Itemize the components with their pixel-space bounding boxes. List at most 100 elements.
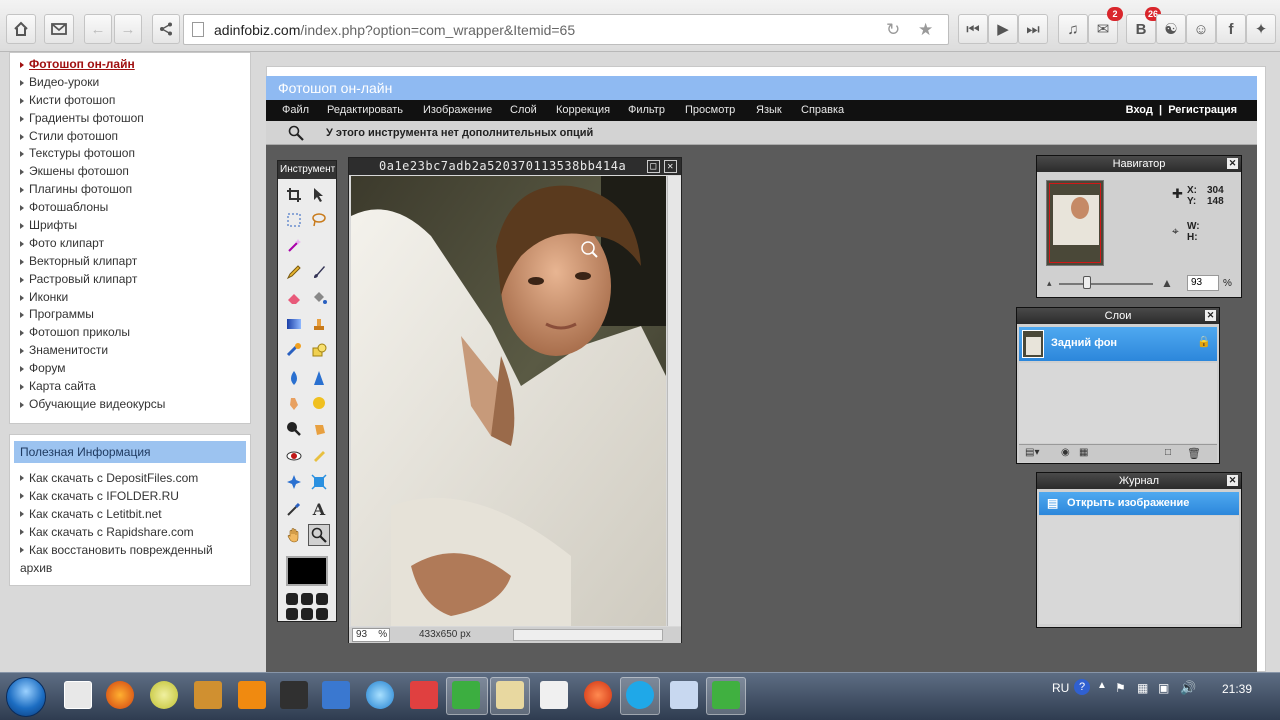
menu-item[interactable]: Растровый клипарт [10,271,250,289]
menu-edit[interactable]: Редактировать [327,104,403,116]
messages-icon[interactable]: ✉ 2 [1088,7,1123,44]
tray-expand-icon[interactable]: ▲ [1097,680,1107,691]
menu-image[interactable]: Изображение [423,104,492,116]
active-app-icon[interactable] [452,681,480,709]
document-app-icon[interactable] [322,681,350,709]
document-vertical-scrollbar[interactable] [667,176,681,626]
brush-shape-icon[interactable] [286,608,298,620]
folder-icon[interactable] [496,681,524,709]
brush-shape-icon[interactable] [301,608,313,620]
foreground-color-swatch[interactable] [286,556,328,586]
zoom-out-icon[interactable]: ▴ [1047,278,1052,289]
photo-canvas[interactable] [351,176,666,626]
menu-item[interactable]: Иконки [10,289,250,307]
window-app-icon[interactable] [540,681,568,709]
trash-icon[interactable]: 🗑 [1187,447,1201,460]
magic-wand-icon[interactable] [283,234,305,256]
prev-track-icon[interactable]: ⏮ [958,14,988,44]
brush-shape-icon[interactable] [316,593,328,605]
crop-tool-icon[interactable] [283,184,305,206]
menu-item[interactable]: Фотошаблоны [10,199,250,217]
menu-item[interactable]: Программы [10,306,250,324]
eraser-tool-icon[interactable] [283,287,305,309]
menu-item[interactable]: Стили фотошоп [10,128,250,146]
language-indicator[interactable]: RU [1052,681,1069,695]
menu-item-photoshop-online[interactable]: Фотошоп он-лайн [10,56,250,74]
music-icon[interactable]: ♫ [1058,14,1088,44]
close-icon[interactable]: ✕ [1227,475,1238,486]
zoom-in-icon[interactable]: ▲ [1161,276,1173,290]
menu-item[interactable]: Форум [10,360,250,378]
login-link[interactable]: Вход [1126,104,1153,116]
brush-tool-icon[interactable] [308,261,330,283]
menu-file[interactable]: Файл [282,104,309,116]
document-titlebar[interactable]: 0a1e23bc7adb2a520370113538bb414a □ ✕ [349,158,681,175]
eyedropper-tool-icon[interactable] [283,498,305,520]
sharpen-tool-icon[interactable] [308,367,330,389]
shape-tool-icon[interactable] [308,339,330,361]
menu-language[interactable]: Язык [756,104,782,116]
navigator-thumbnail[interactable] [1046,180,1104,266]
friends-icon[interactable]: ☺ [1186,14,1216,44]
menu-item[interactable]: Текстуры фотошоп [10,145,250,163]
safely-remove-icon[interactable]: ▦ [1137,681,1148,695]
zoom-slider[interactable] [1059,283,1153,285]
pencil-tool-icon[interactable] [283,261,305,283]
play-icon[interactable]: ▶ [988,14,1018,44]
menu-adjust[interactable]: Коррекция [556,104,610,116]
move-tool-icon[interactable] [308,184,330,206]
media-player-icon[interactable] [194,681,222,709]
menu-item[interactable]: Знаменитости [10,342,250,360]
lasso-tool-icon[interactable] [308,209,330,231]
history-titlebar[interactable]: Журнал ✕ [1037,473,1241,489]
share-icon[interactable] [152,14,180,44]
layer-mask-icon[interactable]: ◉ [1061,447,1070,458]
paint-bucket-icon[interactable] [308,287,330,309]
brush-shape-icon[interactable] [301,593,313,605]
skype-icon[interactable] [626,681,654,709]
red-eye-tool-icon[interactable] [283,445,305,467]
blur-tool-icon[interactable] [283,367,305,389]
text-tool-icon[interactable]: A [308,498,330,520]
menu-item[interactable]: Шрифты [10,217,250,235]
odnoklassniki-icon[interactable]: ☯ [1156,14,1186,44]
menu-item[interactable]: Экшены фотошоп [10,163,250,181]
register-link[interactable]: Регистрация [1168,104,1237,116]
nav-zoom-field[interactable]: 93 [1187,275,1219,291]
sponge-tool-icon[interactable] [308,392,330,414]
home-icon[interactable] [6,14,36,44]
navigator-titlebar[interactable]: Навигатор ✕ [1037,156,1241,172]
info-link[interactable]: Как скачать с Rapidshare.com [10,523,250,541]
layers-titlebar[interactable]: Слои ✕ [1017,308,1219,324]
close-icon[interactable]: ✕ [1227,158,1238,169]
facebook-icon[interactable]: f [1216,14,1246,44]
menu-item[interactable]: Кисти фотошоп [10,92,250,110]
network-icon[interactable]: ▣ [1158,681,1169,695]
torrent-icon[interactable] [712,681,740,709]
volume-icon[interactable]: 🔊 [1180,680,1196,696]
brush-shape-icon[interactable] [286,593,298,605]
forward-icon[interactable]: → [114,14,142,44]
pinch-tool-icon[interactable] [308,471,330,493]
hand-tool-icon[interactable] [283,524,305,546]
zoom-slider-handle[interactable] [1083,276,1091,289]
app-icon[interactable] [280,681,308,709]
menu-item[interactable]: Обучающие видеокурсы [10,396,250,414]
dodge-tool-icon[interactable] [283,418,305,440]
menu-item[interactable]: Градиенты фотошоп [10,110,250,128]
close-icon[interactable]: ✕ [1205,310,1216,321]
document-zoom-field[interactable]: 93 % [352,628,390,642]
spot-heal-tool-icon[interactable] [308,445,330,467]
close-icon[interactable]: ✕ [664,160,677,173]
menu-help[interactable]: Справка [801,104,844,116]
menu-item[interactable]: Фото клипарт [10,235,250,253]
menu-item[interactable]: Карта сайта [10,378,250,396]
burn-tool-icon[interactable] [308,418,330,440]
history-item-open[interactable]: ▤ Открыть изображение [1039,492,1239,515]
color-replace-icon[interactable] [283,339,305,361]
menu-item[interactable]: Видео-уроки [10,74,250,92]
info-link[interactable]: Как скачать с IFOLDER.RU [10,487,250,505]
menu-filter[interactable]: Фильтр [628,104,665,116]
info-link[interactable]: Как восстановить поврежденный архив [10,541,250,577]
zoom-tool-button-icon[interactable] [308,524,330,546]
